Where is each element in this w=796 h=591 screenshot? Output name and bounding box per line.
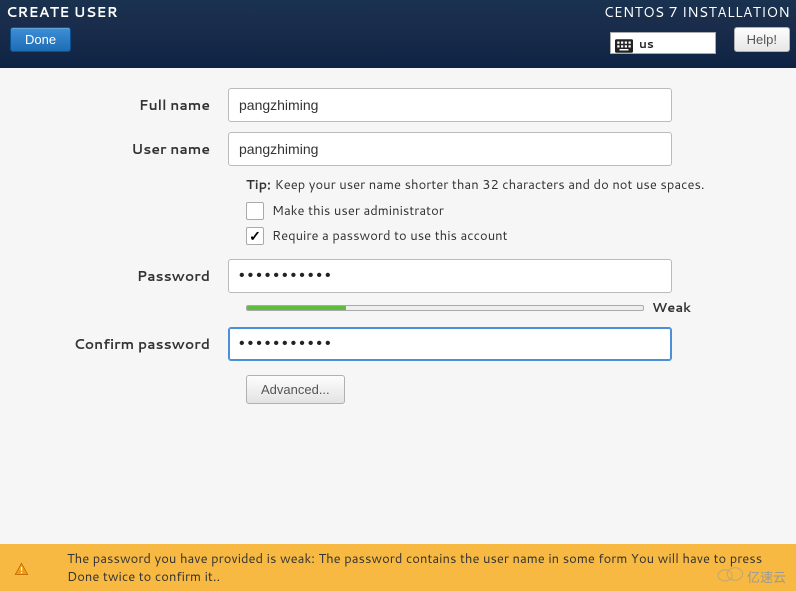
warning-icon <box>14 561 29 582</box>
installer-title: CENTOS 7 INSTALLATION <box>604 2 790 22</box>
keyboard-layout-text: us <box>639 35 654 52</box>
admin-checkbox[interactable] <box>246 202 264 220</box>
warning-text: The password you have provided is weak: … <box>49 551 769 586</box>
confirm-password-label: Confirm password <box>0 334 228 354</box>
require-password-checkbox[interactable] <box>246 227 264 245</box>
help-button[interactable]: Help! <box>734 27 790 52</box>
watermark: 亿速云 <box>716 566 786 587</box>
tip-text: Keep your user name shorter than 32 char… <box>275 176 705 194</box>
tip-label: Tip: <box>246 176 271 194</box>
full-name-label: Full name <box>0 95 228 115</box>
form-content: Full name User name Tip: Keep your user … <box>0 68 796 404</box>
advanced-button[interactable]: Advanced... <box>246 375 345 404</box>
admin-checkbox-label: Make this user administrator <box>272 202 444 220</box>
require-password-checkbox-label: Require a password to use this account <box>272 227 508 245</box>
keyboard-layout-indicator[interactable]: us <box>610 32 716 54</box>
user-name-label: User name <box>0 139 228 159</box>
confirm-password-input[interactable] <box>228 327 672 361</box>
password-strength-fill <box>247 306 346 310</box>
cloud-icon <box>716 566 744 587</box>
keyboard-icon <box>615 36 633 50</box>
password-label: Password <box>0 266 228 286</box>
watermark-text: 亿速云 <box>747 567 786 587</box>
password-input[interactable] <box>228 259 672 293</box>
header-bar: CREATE USER CENTOS 7 INSTALLATION Done u… <box>0 0 796 68</box>
page-title: CREATE USER <box>6 2 118 22</box>
password-strength-text: Weak <box>652 299 691 317</box>
full-name-input[interactable] <box>228 88 672 122</box>
user-name-input[interactable] <box>228 132 672 166</box>
warning-bar: The password you have provided is weak: … <box>0 544 796 591</box>
done-button[interactable]: Done <box>10 27 71 52</box>
password-strength-meter <box>246 305 644 311</box>
